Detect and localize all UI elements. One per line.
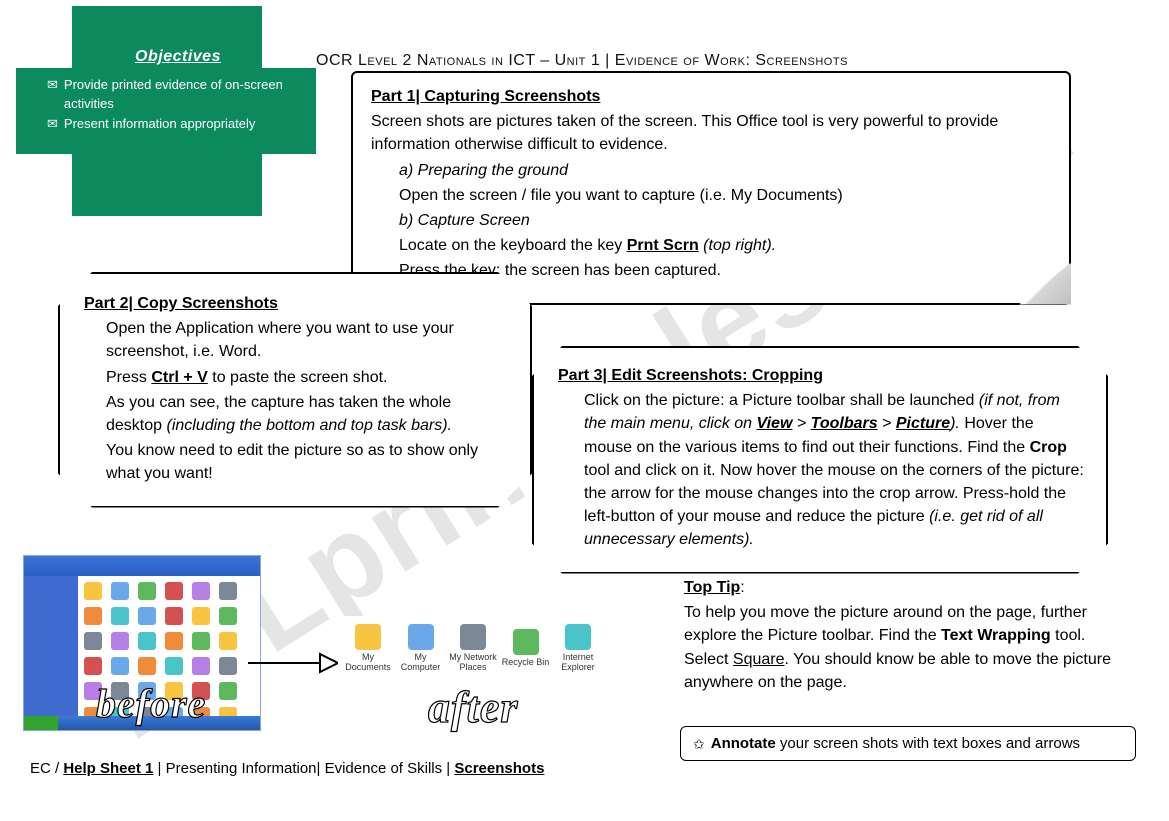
part1-box: Part 1| Capturing Screenshots Screen sho… — [351, 71, 1071, 305]
part1-b-line: Locate on the keyboard the key Prnt Scrn… — [399, 234, 1051, 257]
desktop-icon-label: Recycle Bin — [502, 657, 550, 667]
after-screenshot: My Documents My Computer My Network Plac… — [338, 616, 608, 680]
part1-b-label: b) Capture Screen — [399, 209, 1051, 232]
objectives-box: Objectives ✉ Provide printed evidence of… — [47, 46, 309, 135]
part2-line2: Press Ctrl + V to paste the screen shot. — [106, 366, 510, 389]
part3-box: Part 3| Edit Screenshots: Cropping Click… — [532, 346, 1108, 574]
prnt-scrn-key: Prnt Scrn — [627, 237, 699, 254]
arrow-icon — [246, 648, 338, 678]
top-tip-body: To help you move the picture around on t… — [684, 601, 1124, 694]
top-tip-title: Top Tip — [684, 579, 740, 596]
bullet-icon: ✉ — [47, 76, 58, 112]
part2-line3: As you can see, the capture has taken th… — [106, 391, 510, 437]
part3-title: Part 3| Edit Screenshots: Cropping — [558, 367, 823, 384]
part2-title: Part 2| Copy Screenshots — [84, 295, 278, 312]
part1-title: Part 1| Capturing Screenshots — [371, 88, 600, 105]
star-icon: ✩ — [693, 737, 705, 751]
top-tip-block: Top Tip: To help you move the picture ar… — [684, 576, 1124, 696]
part3-body: Click on the picture: a Picture toolbar … — [584, 389, 1086, 551]
part1-intro: Screen shots are pictures taken of the s… — [371, 110, 1051, 156]
part2-box: Part 2| Copy Screenshots Open the Applic… — [58, 272, 532, 508]
desktop-icon-label: My Network Places — [449, 652, 497, 672]
part1-a-label: a) Preparing the ground — [399, 159, 1051, 182]
part2-line1: Open the Application where you want to u… — [106, 317, 510, 363]
part2-line4: You know need to edit the picture so as … — [106, 439, 510, 485]
bullet-icon: ✉ — [47, 115, 58, 133]
desktop-icon-label: My Computer — [397, 652, 445, 672]
objective-item: Present information appropriately — [64, 115, 256, 133]
before-label: before — [96, 680, 206, 727]
desktop-icon-label: My Documents — [344, 652, 392, 672]
part1-a-text: Open the screen / file you want to captu… — [399, 184, 1051, 207]
desktop-icon-label: Internet Explorer — [554, 652, 602, 672]
objective-item: Provide printed evidence of on-screen ac… — [64, 76, 309, 112]
ctrl-v-key: Ctrl + V — [151, 369, 207, 386]
after-label: after — [428, 682, 519, 733]
page-header: OCR Level 2 Nationals in ICT – Unit 1 | … — [316, 52, 1086, 70]
annotate-box: ✩ Annotate your screen shots with text b… — [680, 726, 1136, 761]
objectives-title: Objectives — [47, 46, 309, 68]
footer-line: EC / Help Sheet 1 | Presenting Informati… — [30, 760, 544, 777]
